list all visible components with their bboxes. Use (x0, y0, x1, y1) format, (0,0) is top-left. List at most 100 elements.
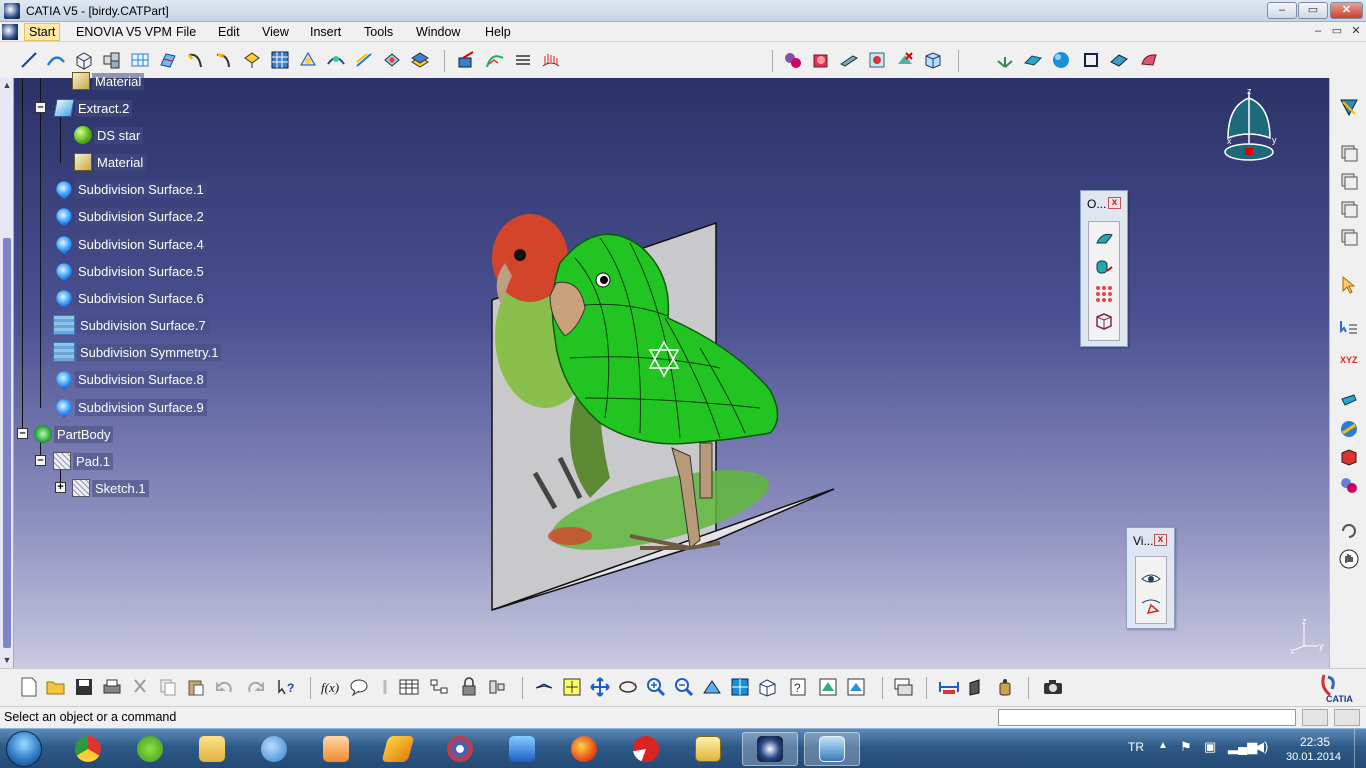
workbench-icon[interactable] (1338, 96, 1360, 118)
close-button[interactable]: ✕ (1330, 2, 1363, 19)
collapse-toggle[interactable]: – (35, 455, 46, 466)
ccleaner-icon[interactable] (618, 732, 674, 766)
sweep-surface-icon[interactable] (1093, 228, 1115, 250)
layer-icon[interactable] (409, 49, 431, 71)
action-center-flag-icon[interactable]: ⚑ (1180, 739, 1192, 755)
curvature-icon[interactable] (484, 49, 506, 71)
vertices-icon[interactable] (1093, 282, 1115, 304)
select-arrow-icon[interactable] (1338, 274, 1360, 296)
measure-icon[interactable] (1338, 418, 1360, 440)
porcupine-icon[interactable] (540, 49, 562, 71)
firefox-icon[interactable] (556, 732, 612, 766)
box-surface-icon[interactable] (73, 49, 95, 71)
tree-item-subdivision-surface[interactable]: Subdivision Surface.8 (53, 368, 207, 390)
save-icon[interactable] (73, 676, 95, 698)
normal-view-icon[interactable] (701, 676, 723, 698)
net-surface-icon[interactable] (129, 49, 151, 71)
rotate-shape-icon[interactable] (1093, 256, 1115, 278)
windows-start-button[interactable] (6, 731, 42, 767)
tree-item-subdivision-surface[interactable]: Subdivision Surface.5 (53, 260, 207, 282)
shape-icon[interactable] (1138, 49, 1160, 71)
knowledge-icon[interactable] (374, 676, 396, 698)
open-folder-icon[interactable] (45, 676, 67, 698)
menu-file[interactable]: File (176, 25, 196, 39)
compass[interactable]: z x y (1218, 86, 1280, 170)
show-desktop-button[interactable] (1354, 729, 1366, 768)
refresh-icon[interactable] (1338, 520, 1360, 542)
eye-icon[interactable] (1140, 567, 1162, 589)
zoom-in-icon[interactable] (645, 676, 667, 698)
print-icon[interactable] (101, 676, 123, 698)
shading-icon[interactable] (845, 676, 867, 698)
pan-hand-icon[interactable] (1338, 548, 1360, 570)
line-icon[interactable] (18, 49, 40, 71)
curve-icon[interactable] (45, 49, 67, 71)
command-button[interactable] (1302, 709, 1328, 726)
tree-item-material[interactable]: Material (74, 152, 147, 172)
scroll-down-icon[interactable]: ▼ (2, 655, 12, 665)
stack-icon[interactable] (1338, 198, 1360, 220)
face-edit-icon[interactable] (157, 49, 179, 71)
document-icon[interactable] (2, 24, 18, 40)
iso-view-icon[interactable] (757, 676, 779, 698)
close-icon[interactable]: x (1108, 197, 1121, 209)
blend-icon[interactable] (213, 49, 235, 71)
match-icon[interactable] (325, 49, 347, 71)
tree-item-subdivision-surface[interactable]: Subdivision Surface.1 (53, 178, 207, 200)
surface-icon[interactable] (1108, 49, 1130, 71)
menu-window[interactable]: Window (416, 25, 460, 39)
expand-toggle[interactable]: + (55, 482, 66, 493)
tree-item-ds-star[interactable]: DS star (74, 125, 144, 145)
photo-viewer-icon[interactable] (680, 732, 736, 766)
stack-icon[interactable] (1338, 142, 1360, 164)
clock-date[interactable]: 30.01.2014 (1286, 751, 1341, 763)
structure-icon[interactable] (486, 676, 508, 698)
measure-item-icon[interactable] (966, 676, 988, 698)
mesh-modify-icon[interactable] (381, 49, 403, 71)
scrollbar-thumb[interactable] (3, 238, 11, 648)
internet-explorer-icon[interactable] (246, 732, 302, 766)
volume-icon[interactable]: ◀) (1254, 739, 1268, 755)
zoom-out-icon[interactable] (673, 676, 695, 698)
tree-item-extract[interactable]: Extract.2 (53, 98, 133, 118)
security-icon[interactable]: ▣ (1204, 739, 1216, 755)
tree-item-partbody[interactable]: PartBody (34, 424, 114, 444)
measure-inertia-icon[interactable] (994, 676, 1016, 698)
tree-item-subdivision-symmetry[interactable]: Subdivision Symmetry.1 (53, 342, 222, 362)
stack-icon[interactable] (1338, 170, 1360, 192)
formula-icon[interactable]: f(x) (320, 676, 342, 698)
new-file-icon[interactable] (18, 676, 40, 698)
image-viewer-taskbar-button[interactable] (804, 732, 860, 766)
hide-show-icon[interactable] (1140, 595, 1162, 617)
phone-sync-icon[interactable] (494, 732, 550, 766)
brush-icon[interactable] (1338, 390, 1360, 412)
collapse-toggle[interactable]: – (35, 102, 46, 113)
sphere-icon[interactable] (1050, 49, 1072, 71)
cut-icon[interactable] (129, 676, 151, 698)
catia-taskbar-button[interactable] (742, 732, 798, 766)
tree-scrollbar[interactable]: ▲ ▼ (0, 78, 14, 668)
isophotes-icon[interactable] (512, 49, 534, 71)
cube-icon[interactable] (922, 49, 944, 71)
chrome-icon[interactable] (60, 732, 116, 766)
frame-shape-icon[interactable] (866, 49, 888, 71)
media-player-icon[interactable] (308, 732, 364, 766)
view-floating-toolbar[interactable]: Vi... x (1126, 527, 1175, 629)
fly-mode-icon[interactable] (533, 676, 555, 698)
copy-icon[interactable] (157, 676, 179, 698)
paste-icon[interactable] (185, 676, 207, 698)
tree-item-subdivision-surface[interactable]: Subdivision Surface.6 (53, 287, 207, 309)
wireframe-cube-icon[interactable] (1093, 310, 1115, 332)
media-center-icon[interactable] (432, 732, 488, 766)
undo-icon[interactable] (213, 676, 235, 698)
spheres-icon[interactable] (1338, 474, 1360, 496)
measure-between-icon[interactable] (938, 676, 960, 698)
minimize-button[interactable]: – (1267, 2, 1297, 19)
tree-item-subdivision-surface[interactable]: Subdivision Surface.4 (53, 233, 207, 255)
fill-icon[interactable] (241, 49, 263, 71)
sphere-cube-icon[interactable] (810, 49, 832, 71)
tree-item-material[interactable]: Material (72, 71, 145, 91)
network-icon[interactable]: ▂▄▆ (1228, 739, 1257, 755)
tray-expand-icon[interactable]: ▲ (1158, 740, 1168, 751)
analysis-icon[interactable] (456, 49, 478, 71)
